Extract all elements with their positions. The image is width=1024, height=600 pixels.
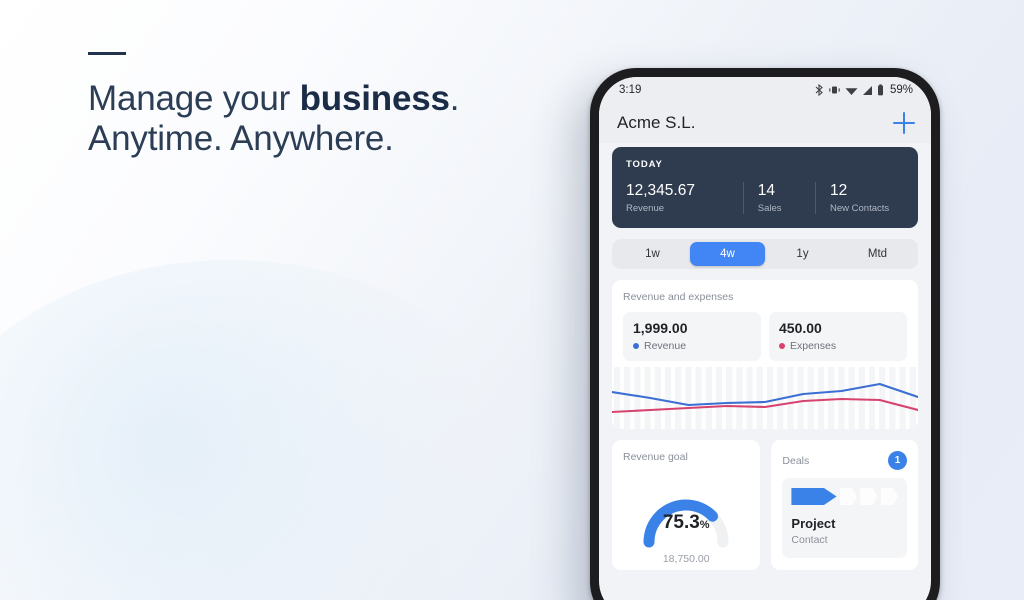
deals-title: Deals [782,454,810,467]
today-sales-label: Sales [757,203,782,214]
pipeline-stage-3[interactable] [860,488,878,505]
revenue-goal-gauge: 75.3% [623,472,749,550]
period-tab-4w[interactable]: 4w [690,242,765,266]
pipeline-stage-1[interactable] [791,488,837,505]
phone-screen: 3:19 59% Acme S.L. TODAY 12,345.67 Reven… [599,77,931,600]
status-bar: 3:19 59% [599,77,931,103]
add-button[interactable] [893,112,915,134]
kpi-revenue-value: 1,999.00 [633,320,688,336]
revenue-expenses-kpis: 1,999.00 Revenue 450.00 Expenses [623,312,907,361]
deal-subtitle: Contact [791,534,828,546]
bottom-cards-row: Revenue goal 75.3% 18,750.00 Deals 1 Pro… [612,440,918,570]
period-tab-1w[interactable]: 1w [615,242,690,266]
bluetooth-icon [815,84,823,96]
deal-item[interactable]: Project Contact [782,478,907,558]
kpi-revenue[interactable]: 1,999.00 Revenue [623,312,761,361]
app-bar: Acme S.L. [599,103,931,143]
phone-mockup: 3:19 59% Acme S.L. TODAY 12,345.67 Reven… [590,68,940,600]
hero-line1-prefix: Manage your [88,79,300,118]
wifi-icon [845,87,858,95]
revenue-goal-card: Revenue goal 75.3% 18,750.00 [612,440,761,570]
period-tab-1y[interactable]: 1y [765,242,840,266]
today-stat-contacts: 12 New Contacts [815,182,904,214]
kpi-expenses-label: Expenses [790,340,837,352]
revenue-expenses-card: Revenue and expenses 1,999.00 Revenue 45… [612,280,918,429]
today-stats: 12,345.67 Revenue 14 Sales 12 New Contac… [626,182,904,214]
kpi-expenses[interactable]: 450.00 Expenses [769,312,907,361]
hero-divider [88,52,126,55]
page-title: Manage your business. Anytime. Anywhere. [88,79,518,159]
revenue-expenses-title: Revenue and expenses [623,291,734,303]
deals-card: Deals 1 Project Contact [771,440,918,570]
revenue-goal-amount: 18,750.00 [662,553,710,565]
battery-icon [877,84,883,96]
hero-section: Manage your business. Anytime. Anywhere. [88,52,518,159]
today-label: TODAY [626,159,663,170]
hero-line1-bold: business [299,79,450,118]
period-tab-mtd[interactable]: Mtd [840,242,915,266]
today-revenue-value: 12,345.67 [626,182,695,199]
gauge-percent-symbol: % [699,519,710,531]
gauge-svg [643,499,729,548]
today-summary-card: TODAY 12,345.67 Revenue 14 Sales 12 New … [612,147,918,228]
pipeline-stage-2[interactable] [839,488,858,505]
period-segmented-control[interactable]: 1w 4w 1y Mtd [612,239,918,269]
today-contacts-label: New Contacts [830,203,890,214]
vibrate-icon [829,86,840,94]
deals-count-badge: 1 [888,451,907,470]
hero-line1-suffix: . [449,79,460,118]
today-contacts-value: 12 [830,182,848,199]
kpi-revenue-label: Revenue [644,340,687,352]
status-time: 3:19 [619,84,642,96]
deal-pipeline [791,488,898,505]
deals-header: Deals 1 [782,451,907,470]
status-icons: 59% [815,84,913,96]
app-title: Acme S.L. [617,113,696,132]
gauge-percent-value: 75.3 [662,512,700,533]
dashboard-content: TODAY 12,345.67 Revenue 14 Sales 12 New … [599,143,931,570]
hero-line2: Anytime. Anywhere. [88,119,394,158]
revenue-legend-dot [633,343,639,349]
battery-percent: 59% [889,84,913,96]
today-stat-sales: 14 Sales [742,182,815,214]
revenue-goal-title: Revenue goal [623,451,688,463]
kpi-revenue-legend: Revenue [633,340,751,352]
signal-icon [862,85,872,95]
chart-svg [612,367,918,429]
expenses-legend-dot [779,343,785,349]
chart-gridlines [613,367,916,429]
kpi-expenses-legend: Expenses [779,340,897,352]
today-stat-revenue: 12,345.67 Revenue [626,182,743,214]
today-sales-value: 14 [757,182,775,199]
revenue-expenses-chart [612,367,918,429]
kpi-expenses-value: 450.00 [779,320,822,336]
pipeline-stage-4[interactable] [880,488,898,505]
deal-title: Project [791,516,836,531]
today-revenue-label: Revenue [626,203,665,214]
gauge-percent: 75.3% [623,512,749,534]
